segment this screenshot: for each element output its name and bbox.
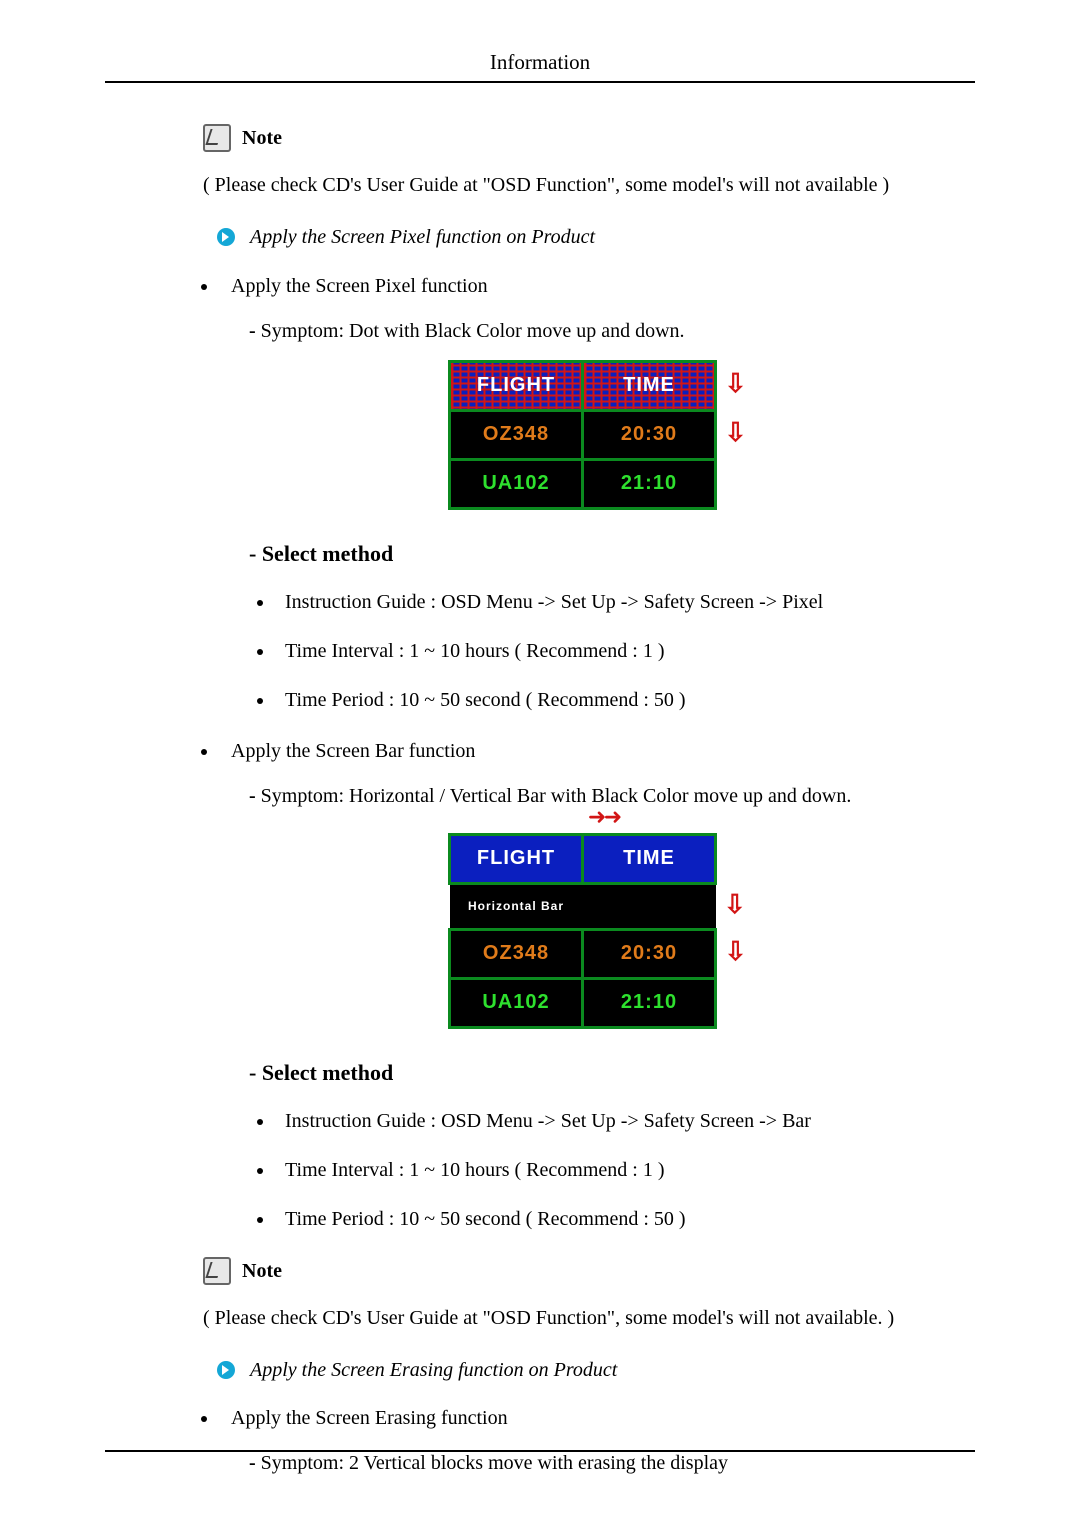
arrow1-text: Apply the Screen Pixel function on Produ… [250,226,595,248]
t1-r2-flight: UA102 [450,459,583,508]
erase-symptom: Symptom: 2 Vertical blocks move with era… [231,1449,975,1478]
t2-r1-flight: OZ348 [450,929,583,978]
select-method-heading: - Select method [249,538,975,570]
t1-hdr-flight: FLIGHT [450,361,583,410]
pixel-symptom: Symptom: Dot with Black Color move up an… [231,317,975,346]
bar-method-3: Time Period : 10 ~ 50 second ( Recommend… [275,1205,975,1234]
arrow2-text: Apply the Screen Erasing function on Pro… [250,1358,617,1380]
bar-method-2: Time Interval : 1 ~ 10 hours ( Recommend… [275,1156,975,1185]
select-method-heading-2: - Select method [249,1057,975,1089]
note-label: Note [242,127,282,149]
t2-hdr-time: TIME [583,834,716,883]
t1-r1-flight: OZ348 [450,410,583,459]
t1-r1-time: 20:30 [583,410,716,459]
t1-hdr-time: TIME [583,361,716,410]
bar-apply-item: Apply the Screen Bar function Symptom: H… [219,737,975,1234]
pixel-apply-item: Apply the Screen Pixel function Symptom:… [219,272,975,715]
t2-r2-time: 21:10 [583,978,716,1027]
arrow-right-icon [217,1361,235,1379]
erase-apply-item: Apply the Screen Erasing function Sympto… [219,1404,975,1478]
bar-method-1: Instruction Guide : OSD Menu -> Set Up -… [275,1107,975,1136]
right-arrow-icon: ➜ ➜ [588,804,618,829]
arrow-right-icon [217,228,235,246]
note1-text: ( Please check CD's User Guide at "OSD F… [203,171,975,200]
pixel-table: FLIGHT TIME ⇩ OZ348 20:30 ⇩ UA102 21:10 [231,360,975,510]
bar-table: FLIGHT TIME Horizontal Bar ⇩ OZ348 20:30 [231,833,975,1029]
note2-text: ( Please check CD's User Guide at "OSD F… [203,1304,975,1333]
pixel-method-3: Time Period : 10 ~ 50 second ( Recommend… [275,686,975,715]
down-arrow-icon: ⇩ [716,361,757,410]
note-label: Note [242,1260,282,1282]
t2-r1-time: 20:30 [583,929,716,978]
t2-r2-flight: UA102 [450,978,583,1027]
footer-rule [105,1450,975,1452]
t2-hdr-flight: FLIGHT [450,834,583,883]
pixel-method-2: Time Interval : 1 ~ 10 hours ( Recommend… [275,637,975,666]
down-arrow-icon: ⇩ [716,883,757,929]
page-content: Note ( Please check CD's User Guide at "… [105,83,975,1478]
t2-hbar: Horizontal Bar [450,883,583,929]
t1-r2-time: 21:10 [583,459,716,508]
note-icon [203,1257,231,1285]
page-header: Information [105,50,975,81]
note-icon [203,124,231,152]
pixel-method-1: Instruction Guide : OSD Menu -> Set Up -… [275,588,975,617]
down-arrow-icon: ⇩ [716,929,757,978]
down-arrow-icon: ⇩ [716,410,757,459]
